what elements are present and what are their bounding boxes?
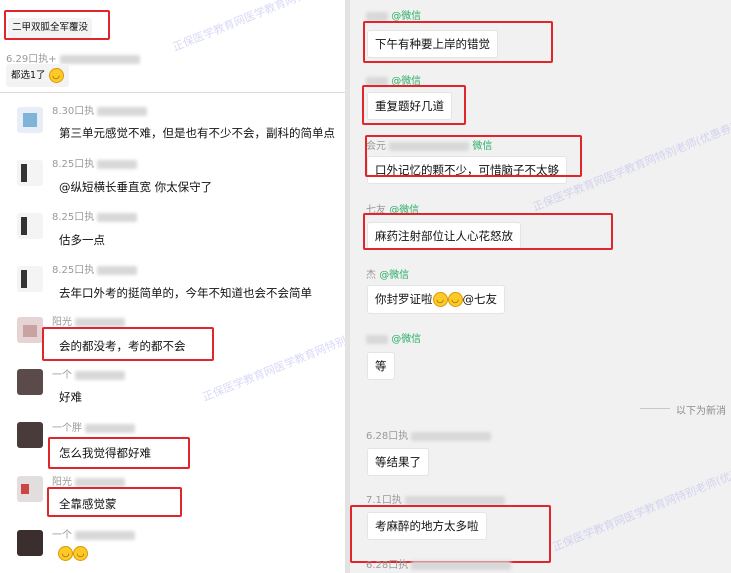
message-meta: 一个 [52, 526, 136, 541]
message-meta: 一个胖 [52, 419, 136, 434]
highlight-box [363, 21, 553, 63]
grin-emoji-icon: ◡ [432, 292, 448, 307]
message-meta: 7.1口执 [366, 491, 506, 506]
highlight-box [48, 437, 190, 469]
highlight-box [350, 505, 551, 563]
chat-bubble: @纵短横长垂直宽 你太保守了 [52, 174, 220, 200]
chat-bubble: 你封罗证啦 ◡ ◡ @七友 [367, 285, 505, 314]
message-meta: @微信 [366, 7, 421, 22]
right-chat-pane[interactable]: @微信 下午有种要上岸的错觉 @微信 重复题好几道 会元 微信 口外记忆的颗不少… [350, 0, 731, 573]
avatar [17, 422, 43, 448]
avatar [17, 266, 43, 292]
avatar [17, 369, 43, 395]
message-meta: @微信 [366, 330, 421, 345]
emoji-icon: ◡ [73, 546, 88, 561]
watermark: 正保医学教育网医学教育网特别老师(优惠券) j5719 [550, 447, 731, 554]
chat-bubble: 等 [367, 352, 395, 380]
chat-bubble: 去年口外考的挺简单的，今年不知道也会不会简单 [52, 280, 319, 306]
chat-bubble: 都选1了 ◡ [6, 64, 69, 87]
left-chat-pane[interactable]: 二甲双胍全军覆没 6.29口执+ 都选1了 ◡ 8.30口执 第三单元感觉不难，… [0, 0, 345, 573]
message-meta: 6.28口执 [366, 427, 492, 442]
avatar [17, 317, 43, 343]
grin-emoji-icon: ◡ [447, 292, 463, 307]
message-meta: 阳光 [52, 313, 126, 328]
avatar [17, 530, 43, 556]
chat-bubble: 等结果了 [367, 448, 429, 476]
emoji-icon: ◡ [58, 546, 73, 561]
watermark: 正保医学教育网医学教育网特别老师(优惠券) j5719 [200, 297, 345, 404]
avatar [17, 213, 43, 239]
chat-bubble: 第三单元感觉不难，但是也有不少不会，副科的简单点 [52, 120, 342, 146]
message-meta: 一个 [52, 366, 126, 381]
message-meta: 8.25口执 [52, 208, 138, 223]
message-meta: 6.29口执+ [6, 50, 140, 65]
highlight-box [4, 10, 110, 40]
avatar [17, 476, 43, 502]
divider [0, 92, 345, 93]
highlight-box [362, 85, 466, 125]
emoji-icon: ◡ [48, 68, 64, 83]
avatar [17, 107, 43, 133]
message-meta: 8.25口执 [52, 155, 138, 170]
chat-bubble: ◡ ◡ [52, 542, 94, 565]
message-meta: 8.25口执 [52, 261, 138, 276]
watermark: 正保医学教育网医学教育网特别老师(优惠券) j5719 [170, 0, 345, 54]
new-messages-divider: 以下为新消 [676, 406, 726, 417]
message-meta: 杰 @微信 [366, 270, 410, 281]
message-meta: 6.28口执 [366, 556, 512, 571]
message-meta: 阳光 [52, 473, 126, 488]
highlight-box [42, 327, 214, 361]
highlight-box [47, 487, 182, 517]
highlight-box [363, 213, 613, 250]
chat-bubble: 估多一点 [52, 227, 112, 253]
highlight-box [365, 135, 582, 177]
message-meta: 8.30口执 [52, 102, 148, 117]
divider [640, 408, 670, 409]
chat-bubble: 好难 [52, 384, 89, 410]
avatar [17, 160, 43, 186]
